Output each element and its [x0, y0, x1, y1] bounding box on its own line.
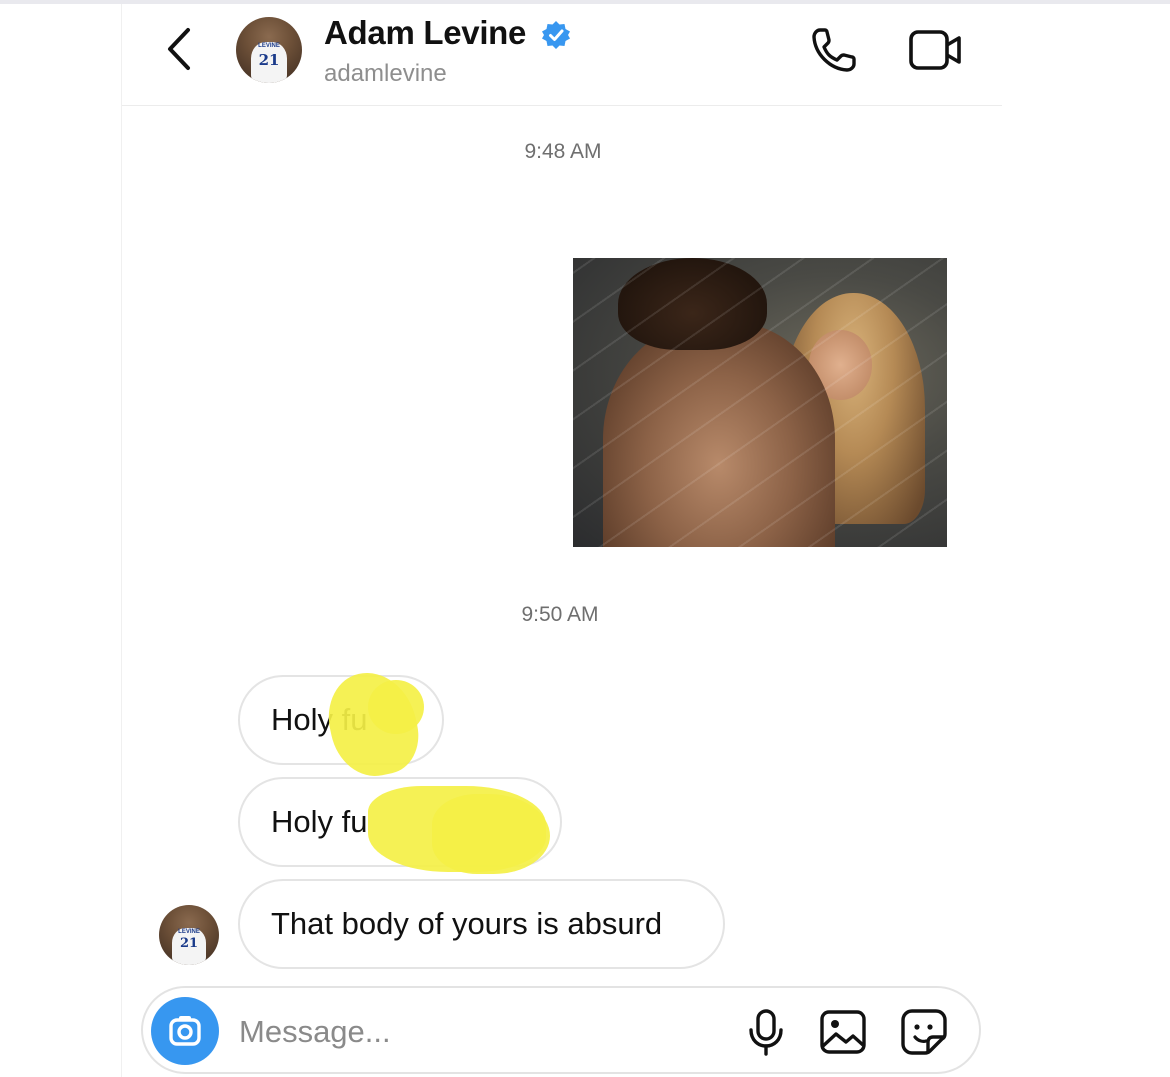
message-input[interactable]	[239, 1010, 719, 1054]
photo-watermark	[573, 258, 947, 547]
avatar-jersey-number: 21	[179, 936, 199, 952]
timestamp: 9:50 AM	[521, 603, 599, 626]
avatar-jersey-number: 21	[258, 51, 280, 70]
voice-message-button[interactable]	[746, 1008, 786, 1056]
dm-thread-screen: LEVINE 21 Adam Levine adamlevine 9:48 AM	[121, 4, 1002, 1077]
thread-header: LEVINE 21 Adam Levine adamlevine	[122, 4, 1002, 106]
shared-photo[interactable]	[573, 258, 947, 547]
message-text: That body of yours is absurd	[271, 906, 663, 941]
sticker-icon	[901, 1009, 947, 1055]
phone-icon	[812, 28, 856, 72]
message-bubble[interactable]: That body of yours is absurd	[238, 879, 725, 969]
redaction-mark	[368, 680, 424, 734]
video-camera-icon	[909, 30, 961, 70]
message-text: Holy fu	[271, 804, 368, 839]
sender-avatar[interactable]: LEVINE 21	[159, 905, 219, 965]
microphone-icon	[749, 1009, 783, 1056]
chevron-left-icon	[168, 28, 190, 70]
back-button[interactable]	[160, 26, 200, 72]
avatar-jersey-text: LEVINE	[258, 43, 280, 50]
video-call-button[interactable]	[908, 28, 964, 72]
redaction-mark	[432, 794, 550, 874]
contact-name[interactable]: Adam Levine	[324, 14, 526, 52]
profile-avatar[interactable]: LEVINE 21	[236, 17, 302, 83]
sticker-button[interactable]	[900, 1008, 948, 1056]
audio-call-button[interactable]	[808, 24, 860, 76]
timestamp: 9:48 AM	[524, 140, 602, 163]
avatar-jersey-text: LEVINE	[178, 929, 200, 935]
gallery-button[interactable]	[819, 1009, 867, 1055]
camera-button[interactable]	[151, 997, 219, 1065]
verified-badge-icon	[541, 20, 571, 50]
camera-icon	[169, 1016, 201, 1046]
message-composer	[141, 986, 981, 1074]
contact-username[interactable]: adamlevine	[324, 60, 447, 88]
image-icon	[820, 1010, 866, 1054]
